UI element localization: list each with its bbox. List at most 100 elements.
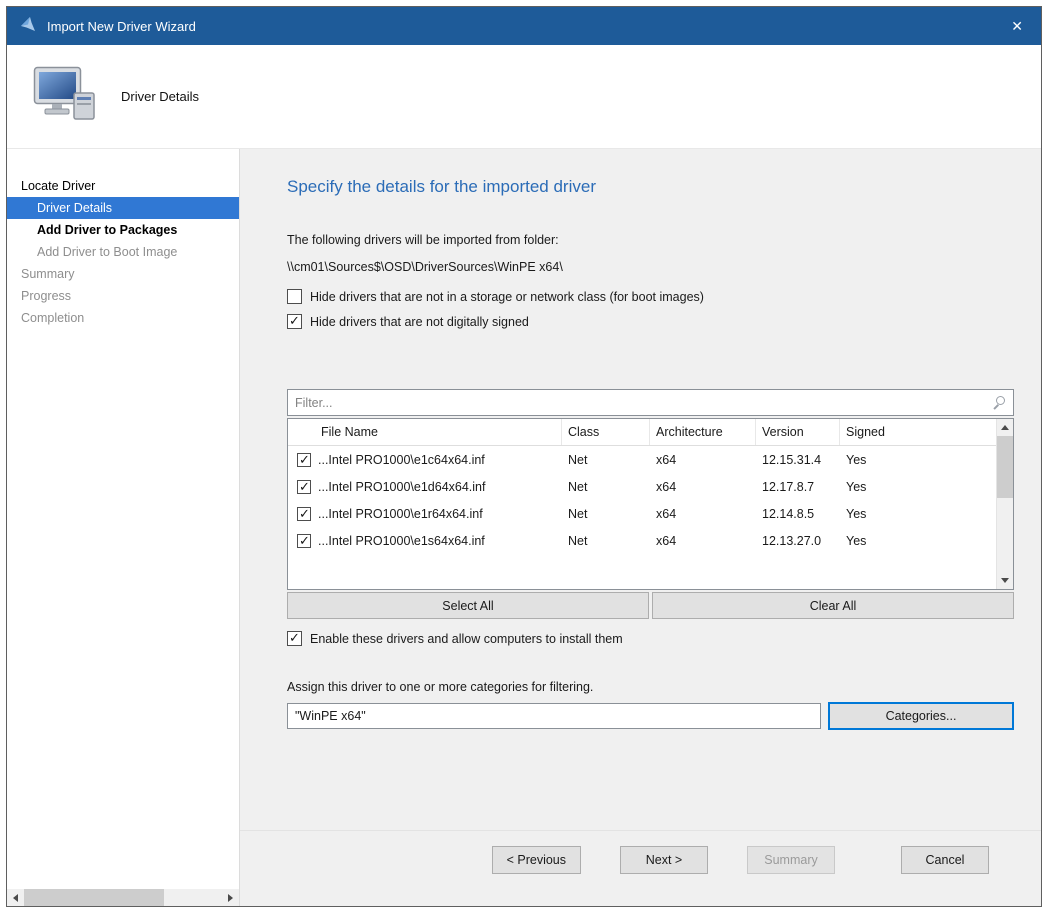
selection-buttons-row: Select All Clear All xyxy=(287,592,1014,619)
table-row[interactable]: ...Intel PRO1000\e1r64x64.inf Net x64 12… xyxy=(288,500,996,527)
table-row[interactable]: ...Intel PRO1000\e1d64x64.inf Net x64 12… xyxy=(288,473,996,500)
file-name-text: ...Intel PRO1000\e1c64x64.inf xyxy=(318,453,485,467)
cell-version: 12.17.8.7 xyxy=(756,480,840,494)
next-button[interactable]: Next > xyxy=(620,846,708,874)
sidebar-horizontal-scrollbar[interactable] xyxy=(7,889,239,906)
cell-signed: Yes xyxy=(840,453,996,467)
column-header-signed[interactable]: Signed xyxy=(840,419,996,445)
checkbox-box[interactable] xyxy=(287,289,302,304)
cell-class: Net xyxy=(562,453,650,467)
checkbox-box[interactable] xyxy=(287,631,302,646)
left-arrow-icon xyxy=(13,894,18,902)
titlebar[interactable]: Import New Driver Wizard ✕ xyxy=(7,7,1041,45)
previous-button[interactable]: < Previous xyxy=(492,846,581,874)
search-icon xyxy=(996,396,1005,405)
import-driver-wizard-window: Import New Driver Wizard ✕ Driver Detail… xyxy=(6,6,1042,907)
cell-signed: Yes xyxy=(840,507,996,521)
wizard-main-panel: Specify the details for the imported dri… xyxy=(240,149,1041,906)
scroll-down-icon[interactable] xyxy=(997,572,1014,589)
checkbox-label: Hide drivers that are not in a storage o… xyxy=(310,290,704,304)
cell-version: 12.14.8.5 xyxy=(756,507,840,521)
category-input[interactable] xyxy=(287,703,821,729)
step-label: Add Driver to Packages xyxy=(37,223,177,237)
hide-storage-network-checkbox[interactable]: Hide drivers that are not in a storage o… xyxy=(287,289,1014,304)
row-checkbox[interactable] xyxy=(297,480,311,494)
checkbox-box[interactable] xyxy=(287,314,302,329)
wizard-steps-sidebar: Locate Driver Driver Details Add Driver … xyxy=(7,149,240,906)
sidebar-step-locate-driver[interactable]: Locate Driver xyxy=(7,175,239,197)
scroll-right-icon[interactable] xyxy=(222,889,239,906)
cell-class: Net xyxy=(562,480,650,494)
checkbox-label: Hide drivers that are not digitally sign… xyxy=(310,315,529,329)
wizard-footer: < Previous Next > Summary Cancel xyxy=(240,830,1041,906)
cell-architecture: x64 xyxy=(650,480,756,494)
folder-path-text: \\cm01\Sources$\OSD\DriverSources\WinPE … xyxy=(287,260,1009,274)
cell-file-name: ...Intel PRO1000\e1r64x64.inf xyxy=(288,507,562,521)
close-icon[interactable]: ✕ xyxy=(1003,16,1031,37)
computer-icon xyxy=(33,66,97,127)
category-row: Categories... xyxy=(287,702,1014,730)
wizard-header: Driver Details xyxy=(7,45,1041,149)
row-checkbox[interactable] xyxy=(297,453,311,467)
horizontal-scrollbar-thumb[interactable] xyxy=(24,889,164,906)
vertical-scrollbar-thumb[interactable] xyxy=(997,436,1014,498)
cell-architecture: x64 xyxy=(650,507,756,521)
row-checkbox[interactable] xyxy=(297,534,311,548)
cell-version: 12.15.31.4 xyxy=(756,453,840,467)
cancel-button[interactable]: Cancel xyxy=(901,846,989,874)
scroll-up-icon[interactable] xyxy=(997,419,1014,436)
file-name-text: ...Intel PRO1000\e1d64x64.inf xyxy=(318,480,485,494)
step-label: Add Driver to Boot Image xyxy=(37,245,177,259)
step-label: Locate Driver xyxy=(21,179,95,193)
file-name-text: ...Intel PRO1000\e1s64x64.inf xyxy=(318,534,485,548)
step-label: Summary xyxy=(21,267,74,281)
table-row[interactable]: ...Intel PRO1000\e1c64x64.inf Net x64 12… xyxy=(288,446,996,473)
column-header-file-name[interactable]: File Name xyxy=(288,419,562,445)
step-label: Driver Details xyxy=(37,201,112,215)
summary-button: Summary xyxy=(747,846,835,874)
column-header-architecture[interactable]: Architecture xyxy=(650,419,756,445)
checkbox-label: Enable these drivers and allow computers… xyxy=(310,632,623,646)
down-arrow-icon xyxy=(1001,578,1009,583)
wizard-app-icon xyxy=(19,15,37,38)
select-all-button[interactable]: Select All xyxy=(287,592,649,619)
cell-architecture: x64 xyxy=(650,534,756,548)
assign-category-text: Assign this driver to one or more catego… xyxy=(287,680,1009,694)
row-checkbox[interactable] xyxy=(297,507,311,521)
right-arrow-icon xyxy=(228,894,233,902)
table-row[interactable]: ...Intel PRO1000\e1s64x64.inf Net x64 12… xyxy=(288,527,996,554)
cell-class: Net xyxy=(562,507,650,521)
cell-class: Net xyxy=(562,534,650,548)
driver-table: File NameClassArchitectureVersionSigned … xyxy=(287,418,1014,590)
table-header-row: File NameClassArchitectureVersionSigned xyxy=(288,419,996,446)
categories-button[interactable]: Categories... xyxy=(828,702,1014,730)
sidebar-step-summary[interactable]: Summary xyxy=(7,263,239,285)
cell-file-name: ...Intel PRO1000\e1c64x64.inf xyxy=(288,453,562,467)
file-name-text: ...Intel PRO1000\e1r64x64.inf xyxy=(318,507,483,521)
hide-unsigned-checkbox[interactable]: Hide drivers that are not digitally sign… xyxy=(287,314,1014,329)
page-title: Driver Details xyxy=(121,89,199,104)
table-vertical-scrollbar[interactable] xyxy=(996,419,1013,589)
intro-text: The following drivers will be imported f… xyxy=(287,233,1009,247)
sidebar-step-driver-details[interactable]: Driver Details xyxy=(7,197,239,219)
step-label: Completion xyxy=(21,311,84,325)
sidebar-step-progress[interactable]: Progress xyxy=(7,285,239,307)
cell-signed: Yes xyxy=(840,534,996,548)
up-arrow-icon xyxy=(1001,425,1009,430)
cell-architecture: x64 xyxy=(650,453,756,467)
scroll-left-icon[interactable] xyxy=(7,889,24,906)
column-header-class[interactable]: Class xyxy=(562,419,650,445)
step-label: Progress xyxy=(21,289,71,303)
sidebar-step-add-driver-to-boot-image[interactable]: Add Driver to Boot Image xyxy=(7,241,239,263)
enable-drivers-checkbox[interactable]: Enable these drivers and allow computers… xyxy=(287,631,1014,646)
sidebar-step-completion[interactable]: Completion xyxy=(7,307,239,329)
cell-file-name: ...Intel PRO1000\e1d64x64.inf xyxy=(288,480,562,494)
column-header-version[interactable]: Version xyxy=(756,419,840,445)
clear-all-button[interactable]: Clear All xyxy=(652,592,1014,619)
cell-signed: Yes xyxy=(840,480,996,494)
sidebar-step-add-driver-to-packages[interactable]: Add Driver to Packages xyxy=(7,219,239,241)
cell-file-name: ...Intel PRO1000\e1s64x64.inf xyxy=(288,534,562,548)
filter-input[interactable] xyxy=(287,389,1014,416)
window-title: Import New Driver Wizard xyxy=(47,19,993,34)
cell-version: 12.13.27.0 xyxy=(756,534,840,548)
